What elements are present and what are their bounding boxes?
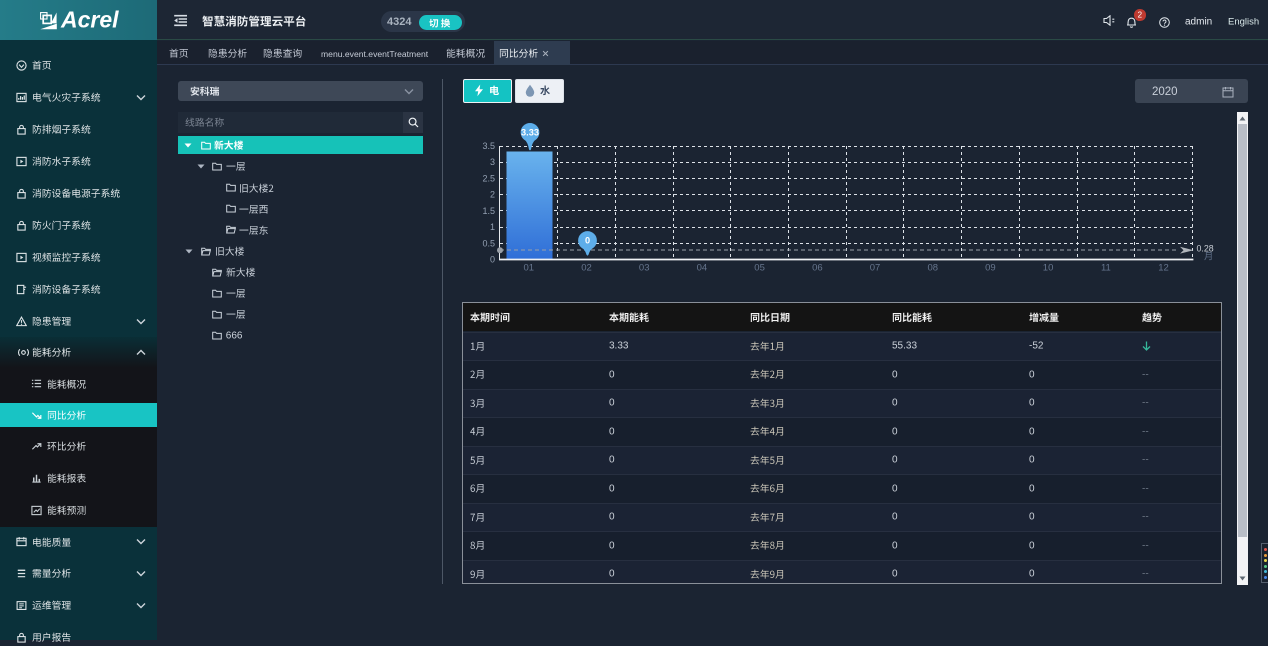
svg-text:10: 10 — [1043, 263, 1054, 274]
svg-text:2.5: 2.5 — [482, 173, 495, 183]
svg-text:0: 0 — [585, 236, 590, 246]
svg-text:06: 06 — [812, 263, 823, 274]
svg-text:04: 04 — [697, 263, 708, 274]
svg-text:3: 3 — [490, 157, 495, 167]
svg-text:09: 09 — [985, 263, 996, 274]
svg-text:12: 12 — [1158, 263, 1169, 274]
svg-text:1.5: 1.5 — [482, 206, 495, 216]
svg-text:11: 11 — [1101, 263, 1111, 274]
svg-text:05: 05 — [754, 263, 765, 274]
svg-text:03: 03 — [639, 263, 650, 274]
svg-text:08: 08 — [928, 263, 939, 274]
svg-text:07: 07 — [870, 263, 881, 274]
svg-text:3.33: 3.33 — [521, 128, 539, 138]
svg-text:0: 0 — [490, 255, 495, 265]
svg-text:1: 1 — [490, 222, 495, 232]
svg-text:3.5: 3.5 — [482, 141, 495, 151]
svg-text:2: 2 — [490, 190, 495, 200]
svg-text:01: 01 — [524, 263, 535, 274]
svg-text:0.5: 0.5 — [482, 238, 495, 248]
svg-text:02: 02 — [581, 263, 592, 274]
